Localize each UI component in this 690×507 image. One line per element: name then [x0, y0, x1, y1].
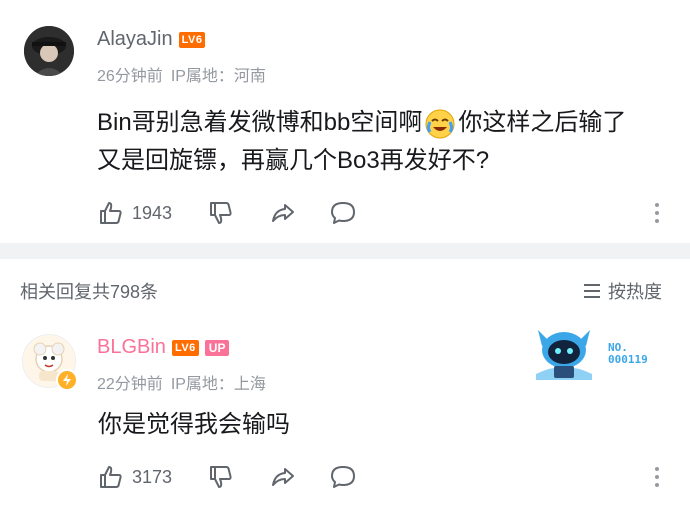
like-button[interactable]: 3173 — [98, 464, 172, 490]
more-options-button[interactable] — [650, 201, 664, 225]
more-vertical-icon — [655, 203, 659, 223]
comment-text-part: 你这样之后输了 — [458, 109, 627, 136]
crying-laugh-emoji-icon — [424, 108, 456, 140]
verified-badge — [56, 369, 78, 391]
thumbs-down-icon — [210, 202, 232, 224]
sort-button[interactable]: 按热度 — [582, 278, 662, 304]
reply-count-label: 相关回复共798条 — [20, 282, 159, 302]
lightning-icon — [63, 374, 71, 386]
like-count: 3173 — [132, 466, 173, 487]
comment-header: AlayaJin LV6 — [97, 28, 206, 51]
reply-header: BLGBin LV6 UP — [97, 336, 230, 359]
comment-time: 26分钟前 — [97, 68, 163, 85]
up-badge: UP — [204, 339, 230, 356]
dislike-button[interactable] — [208, 200, 234, 226]
fan-medal: NO. 000119 — [528, 322, 668, 382]
comment-ip: IP属地：河南 — [170, 68, 266, 85]
sort-label: 按热度 — [608, 282, 662, 302]
reply-ip: IP属地：上海 — [170, 376, 266, 393]
thumbs-up-icon — [100, 202, 122, 224]
more-vertical-icon — [655, 467, 659, 487]
fan-medal-value: 000119 — [608, 353, 648, 366]
comment-text: Bin哥别急着发微博和bb空间啊 你这样之后输了 又是回旋镖，再赢几个Bo3再发好… — [97, 104, 677, 180]
comment-meta: 26分钟前 IP属地：河南 — [97, 62, 266, 86]
share-button[interactable] — [270, 200, 296, 226]
share-button[interactable] — [270, 464, 296, 490]
like-button[interactable]: 1943 — [98, 200, 172, 226]
reply-button[interactable] — [330, 464, 356, 490]
mascot-icon — [536, 330, 592, 380]
avatar[interactable] — [24, 26, 74, 76]
speech-bubble-icon — [331, 466, 355, 488]
user-avatar-icon — [24, 26, 74, 76]
comment-text-part: Bin哥别急着发微博和bb空间啊 — [97, 109, 423, 136]
level-badge: LV6 — [178, 31, 206, 48]
username[interactable]: AlayaJin — [97, 28, 173, 51]
sort-lines-icon — [584, 284, 600, 298]
share-icon — [272, 468, 294, 486]
username[interactable]: BLGBin — [97, 336, 166, 359]
level-badge: LV6 — [171, 339, 199, 356]
section-divider — [0, 243, 690, 259]
reply-time: 22分钟前 — [97, 376, 163, 393]
dislike-button[interactable] — [208, 464, 234, 490]
like-count: 1943 — [132, 202, 173, 223]
reply-meta: 22分钟前 IP属地：上海 — [97, 370, 266, 394]
thumbs-up-icon — [100, 466, 122, 488]
share-icon — [272, 204, 294, 222]
reply-button[interactable] — [330, 200, 356, 226]
thumbs-down-icon — [210, 466, 232, 488]
more-options-button[interactable] — [650, 465, 664, 489]
speech-bubble-icon — [331, 202, 355, 224]
fan-medal-number: NO. 000119 — [608, 342, 648, 366]
reply-text: 你是觉得我会输吗 — [98, 411, 290, 438]
comment-text-part: 又是回旋镖，再赢几个Bo3再发好不? — [97, 147, 490, 174]
